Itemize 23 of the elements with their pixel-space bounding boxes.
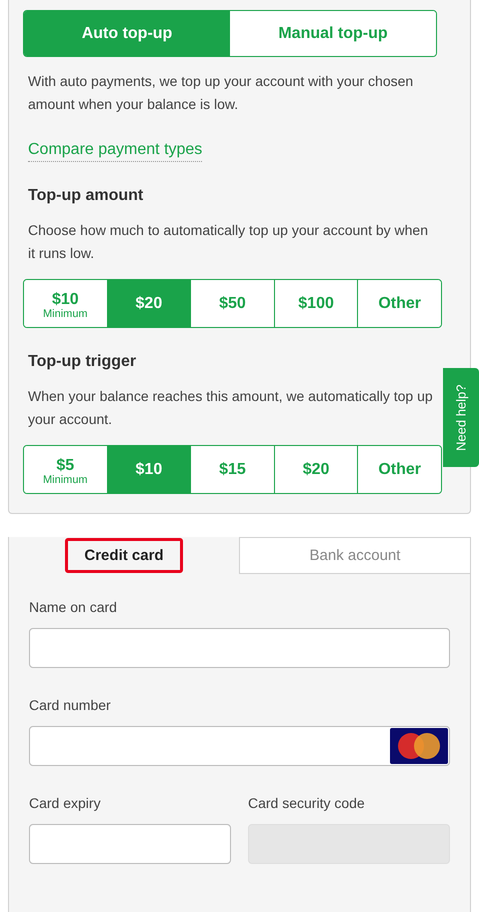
section-heading: Top-up amount — [28, 186, 144, 206]
section-heading: Top-up trigger — [28, 352, 138, 372]
section-description: Choose how much to automatically top up your account by when it runs low. — [27, 221, 430, 263]
input-field[interactable] — [29, 824, 231, 864]
amount-option[interactable]: $20 — [106, 280, 190, 327]
mode-tab[interactable]: Auto top-up — [24, 11, 230, 56]
amount-option[interactable]: $10 — [106, 446, 190, 493]
amount-option[interactable]: Other — [357, 280, 441, 327]
section-description: When your balance reaches this amount, we automatically top up your account. — [27, 387, 434, 429]
help-tab[interactable]: Need help? — [443, 368, 479, 467]
field-label: Name on card — [29, 598, 118, 616]
amount-option[interactable]: Other — [357, 446, 441, 493]
field-label: Card number — [29, 696, 112, 714]
field-label: Card expiry — [29, 794, 102, 812]
field-label: Card security code — [248, 794, 366, 812]
payment-tab[interactable]: Bank account — [239, 537, 470, 574]
mode-tab[interactable]: Manual top-up — [230, 11, 436, 56]
payment-tab[interactable]: Credit card — [9, 537, 239, 574]
card-logo-icon — [390, 728, 448, 764]
compare-link[interactable]: Compare payment types — [28, 139, 202, 162]
input-field[interactable] — [29, 726, 450, 766]
intro-text: With auto payments, we top up your account with your chosen amount when your balance is low. — [27, 72, 414, 114]
input-field[interactable] — [29, 628, 450, 668]
